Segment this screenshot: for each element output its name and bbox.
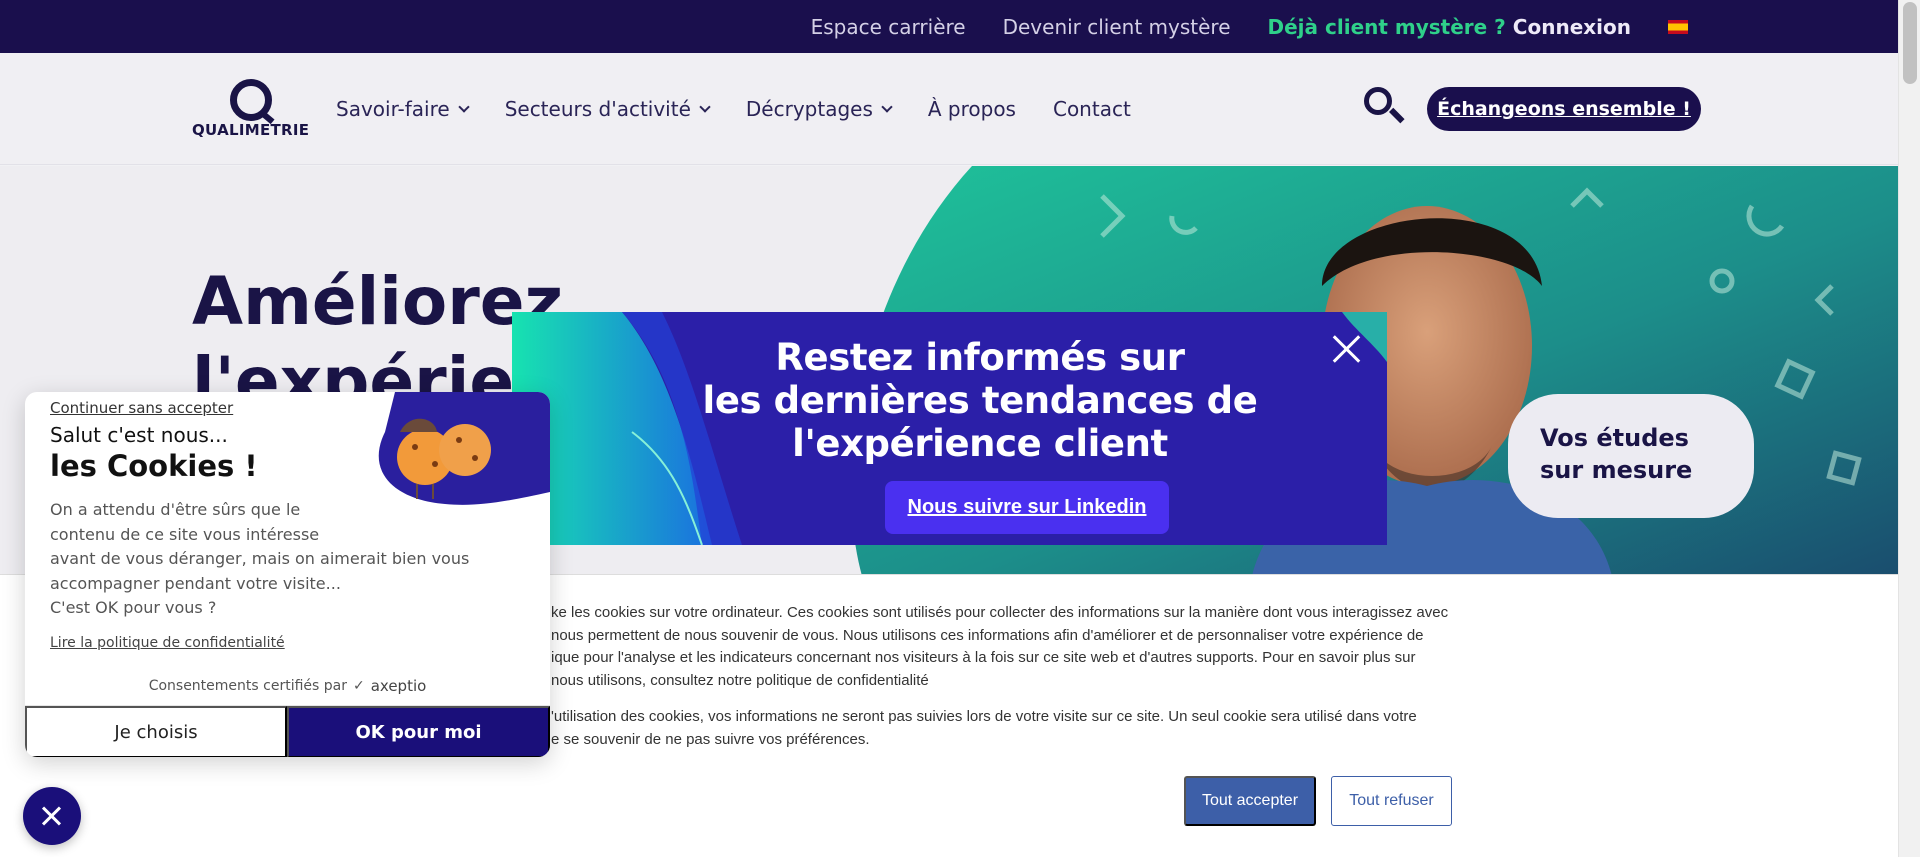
- cookie-text-line: nous utilisons, consultez notre politiqu…: [551, 671, 929, 689]
- career-link[interactable]: Espace carrière: [811, 15, 966, 39]
- nav-item-label: À propos: [927, 97, 1016, 121]
- main-header: QUALIMETRIE Savoir-faire Secteurs d'acti…: [0, 53, 1898, 165]
- qualimetrie-logo[interactable]: QUALIMETRIE: [192, 79, 314, 139]
- cookie-text-line: ique pour l'analyse et les indicateurs c…: [551, 649, 1416, 666]
- nav-item-secteurs[interactable]: Secteurs d'activité: [504, 97, 711, 121]
- page-scrollbar[interactable]: [1898, 0, 1920, 857]
- axeptio-greeting: Salut c'est nous...: [50, 423, 228, 447]
- login-link[interactable]: Déjà client mystère ? Connexion: [1268, 15, 1631, 39]
- axeptio-body: On a attendu d'être sûrs que le contenu …: [50, 498, 480, 621]
- search-lens: [1364, 87, 1392, 115]
- close-icon[interactable]: [1332, 334, 1362, 364]
- badge-line2: sur mesure: [1540, 456, 1693, 484]
- nav-item-label: Secteurs d'activité: [504, 97, 691, 121]
- cookies-mascot-illustration: [378, 392, 550, 505]
- hero-title-line1: Améliorez: [192, 263, 563, 340]
- chevron-down-icon: [458, 100, 470, 113]
- newsletter-popup: Restez informés sur les dernières tendan…: [512, 312, 1387, 545]
- spanish-flag-icon[interactable]: [1668, 19, 1688, 34]
- already-client-text: Déjà client mystère ?: [1267, 14, 1506, 39]
- popup-title-line3: l'expérience client: [792, 422, 1168, 465]
- axeptio-certification: Consentements certifiés par ✓ axeptio: [25, 677, 550, 695]
- search-handle: [1389, 107, 1405, 124]
- axeptio-body-line: C'est OK pour vous ?: [50, 598, 217, 617]
- top-bar: Espace carrière Devenir client mystère D…: [0, 0, 1898, 53]
- axeptio-body-line: contenu de ce site vous intéresse: [50, 524, 320, 544]
- nav-item-label: Savoir-faire: [336, 97, 450, 121]
- nav-item-label: Contact: [1052, 97, 1131, 121]
- axeptio-body-line: avant de vous déranger, mais on aimerait…: [50, 549, 470, 568]
- scrollbar-thumb[interactable]: [1903, 2, 1917, 84]
- chevron-down-icon: [881, 100, 893, 113]
- privacy-policy-link[interactable]: Lire la politique de confidentialité: [50, 635, 285, 651]
- contact-cta-button[interactable]: Échangeons ensemble !: [1427, 87, 1701, 131]
- main-nav: Savoir-faire Secteurs d'activité Décrypt…: [336, 53, 1131, 165]
- cookie-text-line: 'utilisation des cookies, vos informatio…: [551, 708, 1417, 725]
- nav-item-contact[interactable]: Contact: [1053, 97, 1131, 121]
- axeptio-consent-widget: Continuer sans accepter Salut c'est nous…: [25, 392, 550, 757]
- ok-for-me-button[interactable]: OK pour moi: [287, 706, 550, 757]
- refuse-all-button[interactable]: Tout refuser: [1331, 776, 1452, 826]
- nav-item-label: Décryptages: [745, 97, 873, 121]
- cookie-text-line: ke les cookies sur votre ordinateur. Ces…: [551, 604, 1449, 621]
- continue-without-accepting-link[interactable]: Continuer sans accepter: [50, 399, 233, 417]
- axeptio-brand: axeptio: [370, 677, 427, 695]
- search-icon[interactable]: [1362, 85, 1405, 127]
- axeptio-check-icon: ✓: [352, 678, 365, 694]
- nav-item-savoir-faire[interactable]: Savoir-faire: [336, 97, 470, 121]
- accept-all-button[interactable]: Tout accepter: [1184, 776, 1316, 826]
- chevron-down-icon: [699, 100, 711, 113]
- logo-q-mark: [230, 79, 272, 121]
- logo-text: QUALIMETRIE: [192, 121, 310, 139]
- popup-title: Restez informés sur les dernières tendan…: [670, 336, 1290, 465]
- choose-button[interactable]: Je choisis: [25, 706, 287, 757]
- axeptio-buttons: Je choisis OK pour moi: [25, 705, 550, 757]
- custom-studies-badge[interactable]: Vos études sur mesure: [1508, 394, 1754, 518]
- axeptio-close-icon[interactable]: [23, 787, 81, 845]
- popup-title-line2: les dernières tendances de: [702, 379, 1258, 422]
- popup-title-line1: Restez informés sur: [775, 336, 1185, 379]
- become-mystery-shopper-link[interactable]: Devenir client mystère: [1003, 15, 1231, 39]
- login-text: Connexion: [1512, 14, 1631, 39]
- axeptio-body-line: accompagner pendant votre visite...: [50, 573, 341, 593]
- badge-line1: Vos études: [1540, 424, 1689, 452]
- cookie-text-line: e se souvenir de ne pas suivre vos préfé…: [551, 730, 870, 748]
- cookie-banner-text-2: 'utilisation des cookies, vos informatio…: [551, 706, 1451, 751]
- certified-label: Consentements certifiés par: [148, 678, 347, 694]
- nav-item-a-propos[interactable]: À propos: [928, 97, 1016, 121]
- cookie-text-line: nous permettent de nous souvenir de vous…: [551, 626, 1424, 644]
- follow-linkedin-button[interactable]: Nous suivre sur Linkedin: [885, 481, 1169, 534]
- axeptio-body-line: On a attendu d'être sûrs que le: [50, 500, 301, 519]
- axeptio-title: les Cookies !: [50, 449, 258, 483]
- cookie-banner-text-1: ke les cookies sur votre ordinateur. Ces…: [551, 602, 1451, 692]
- nav-item-decryptages[interactable]: Décryptages: [745, 97, 893, 121]
